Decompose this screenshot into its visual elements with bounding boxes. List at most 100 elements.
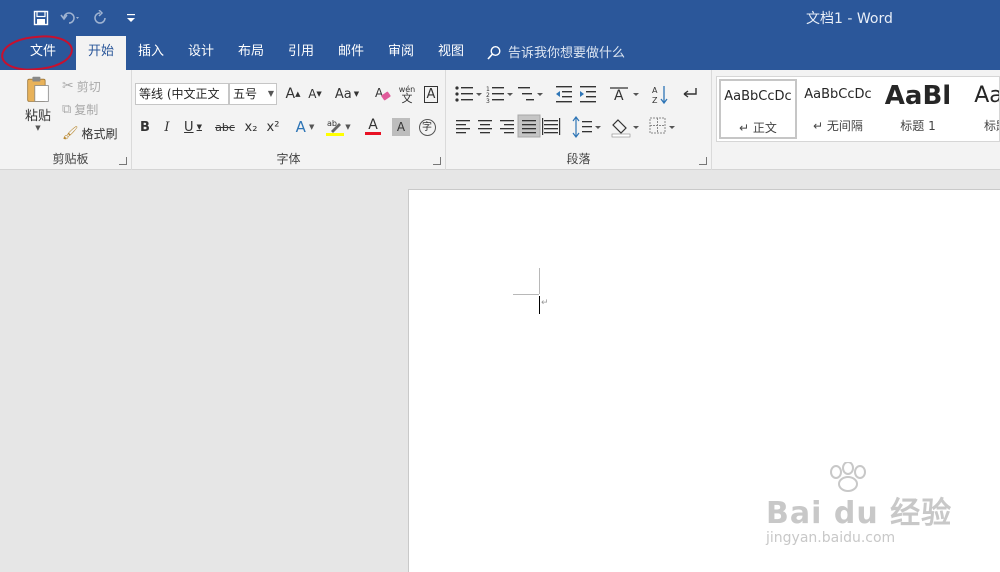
paste-label: 粘贴 xyxy=(24,109,51,124)
highlighter-icon: ab xyxy=(326,119,345,136)
tab-home[interactable]: 开始 xyxy=(76,36,126,70)
svg-text:3: 3 xyxy=(486,98,490,105)
sort-icon[interactable]: AZ xyxy=(652,86,668,105)
multilevel-list-icon[interactable] xyxy=(518,87,543,101)
show-marks-icon[interactable] xyxy=(683,88,697,98)
shrink-font-button[interactable]: A ▼ xyxy=(304,83,326,105)
chevron-down-icon: ▼ xyxy=(267,89,274,98)
text-effects-button[interactable]: A ▼ xyxy=(290,116,320,138)
document-workspace: ↵ xyxy=(0,171,1000,572)
dialog-launcher-icon[interactable] xyxy=(433,157,441,165)
align-center-icon[interactable] xyxy=(478,120,492,134)
eraser-icon: A xyxy=(375,86,391,101)
tab-layout[interactable]: 布局 xyxy=(228,36,274,70)
paragraph-group-label: 段落 xyxy=(566,152,591,166)
clear-formatting-button[interactable]: A xyxy=(372,83,394,105)
grow-font-button[interactable]: A ▲ xyxy=(282,83,304,105)
decrease-indent-icon[interactable] xyxy=(556,86,572,103)
style-name: ↵ 无间隔 xyxy=(813,119,863,133)
align-left-icon[interactable] xyxy=(456,120,470,134)
redo-icon[interactable] xyxy=(90,8,112,28)
text-cursor xyxy=(539,296,540,314)
document-page[interactable]: ↵ xyxy=(408,189,1000,572)
font-family-select[interactable]: 等线 (中文正文 xyxy=(135,83,229,105)
highlight-button[interactable]: ab ▼ xyxy=(322,116,354,138)
strikethrough-button[interactable]: abc xyxy=(212,116,238,138)
copy-label: 复制 xyxy=(74,102,99,117)
svg-text:A: A xyxy=(652,86,658,95)
enclose-chars-icon: 字 xyxy=(418,118,436,136)
char-border-button[interactable]: A xyxy=(420,83,442,105)
superscript-icon: x² xyxy=(266,119,280,135)
enclose-chars-button[interactable]: 字 xyxy=(416,116,438,138)
scissors-icon: ✂ xyxy=(62,78,74,94)
style-title[interactable]: AaB 标题 xyxy=(957,79,999,139)
shading-icon[interactable] xyxy=(611,119,639,138)
clipboard-group-label: 剪贴板 xyxy=(52,152,89,166)
borders-icon[interactable] xyxy=(649,117,675,134)
superscript-button[interactable]: x² xyxy=(262,116,284,138)
style-sample: AaBbCcDc xyxy=(804,87,872,102)
numbering-icon[interactable]: 123 xyxy=(486,86,513,105)
font-size-select[interactable]: 五号 ▼ xyxy=(229,83,277,105)
svg-text:A: A xyxy=(614,88,624,104)
tell-me-box[interactable]: 告诉我你想要做什么 xyxy=(486,36,625,70)
italic-button[interactable]: I xyxy=(156,116,178,138)
tab-design[interactable]: 设计 xyxy=(178,36,224,70)
font-color-swatch xyxy=(365,132,381,135)
copy-button[interactable]: ⧉ 复制 xyxy=(62,99,98,119)
justify-icon[interactable] xyxy=(517,114,541,138)
style-name: ↵ 正文 xyxy=(739,121,777,135)
dialog-launcher-icon[interactable] xyxy=(119,157,127,165)
format-painter-button[interactable]: 🖌 格式刷 xyxy=(62,123,118,143)
italic-icon: I xyxy=(164,119,170,135)
styles-gallery: AaBbCcDc ↵ 正文 AaBbCcDc ↵ 无间隔 AaBl 标题 1 A… xyxy=(716,76,1000,142)
font-family-value: 等线 (中文正文 xyxy=(139,87,220,101)
style-sample: AaBbCcDc xyxy=(724,89,792,104)
dialog-launcher-icon[interactable] xyxy=(699,157,707,165)
line-spacing-icon[interactable] xyxy=(572,116,601,138)
title-bar: 文档1 - Word xyxy=(0,0,1000,36)
style-sample: AaB xyxy=(974,83,999,108)
tab-mailings[interactable]: 邮件 xyxy=(328,36,374,70)
underline-icon: U xyxy=(184,119,194,135)
style-name: 标题 xyxy=(983,119,999,133)
text-direction-icon[interactable]: A xyxy=(610,87,639,104)
tab-view[interactable]: 视图 xyxy=(428,36,474,70)
cut-button[interactable]: ✂ 剪切 xyxy=(62,76,101,96)
char-shading-icon: A xyxy=(396,120,406,134)
customize-icon[interactable] xyxy=(120,8,142,28)
bold-button[interactable]: B xyxy=(134,116,156,138)
style-no-spacing[interactable]: AaBbCcDc ↵ 无间隔 xyxy=(799,79,877,139)
increase-indent-icon[interactable] xyxy=(580,86,596,103)
subscript-button[interactable]: x₂ xyxy=(240,116,262,138)
cut-label: 剪切 xyxy=(76,79,101,94)
style-heading-1[interactable]: AaBl 标题 1 xyxy=(879,79,957,139)
undo-icon[interactable] xyxy=(60,8,82,28)
tab-insert[interactable]: 插入 xyxy=(128,36,174,70)
underline-button[interactable]: U ▼ xyxy=(178,116,208,138)
strikethrough-icon: abc xyxy=(215,120,235,134)
font-group-label: 字体 xyxy=(276,152,301,166)
char-border-icon: A xyxy=(423,85,439,103)
distributed-icon[interactable] xyxy=(542,118,561,135)
style-normal[interactable]: AaBbCcDc ↵ 正文 xyxy=(719,79,797,139)
save-icon[interactable] xyxy=(30,8,52,28)
bullets-icon[interactable] xyxy=(455,86,482,102)
tab-references[interactable]: 引用 xyxy=(278,36,324,70)
tab-review[interactable]: 审阅 xyxy=(378,36,424,70)
brush-icon: 🖌 xyxy=(62,125,79,141)
phonetic-guide-char: 文 xyxy=(401,92,413,105)
align-right-icon[interactable] xyxy=(500,120,514,134)
change-case-icon: Aa xyxy=(334,86,352,102)
char-shading-button[interactable]: A xyxy=(392,118,410,136)
paste-button[interactable]: 粘贴 ▼ xyxy=(18,76,58,132)
tab-file[interactable]: 文件 xyxy=(14,36,72,70)
window-title: 文档1 - Word xyxy=(806,11,893,27)
phonetic-guide-button[interactable]: wén 文 xyxy=(396,83,418,105)
font-color-button[interactable]: A xyxy=(358,116,388,138)
style-sample: AaBl xyxy=(884,81,952,111)
change-case-button[interactable]: Aa ▼ xyxy=(332,83,362,105)
grow-font-icon: A xyxy=(285,86,296,102)
font-size-value: 五号 xyxy=(233,87,258,101)
